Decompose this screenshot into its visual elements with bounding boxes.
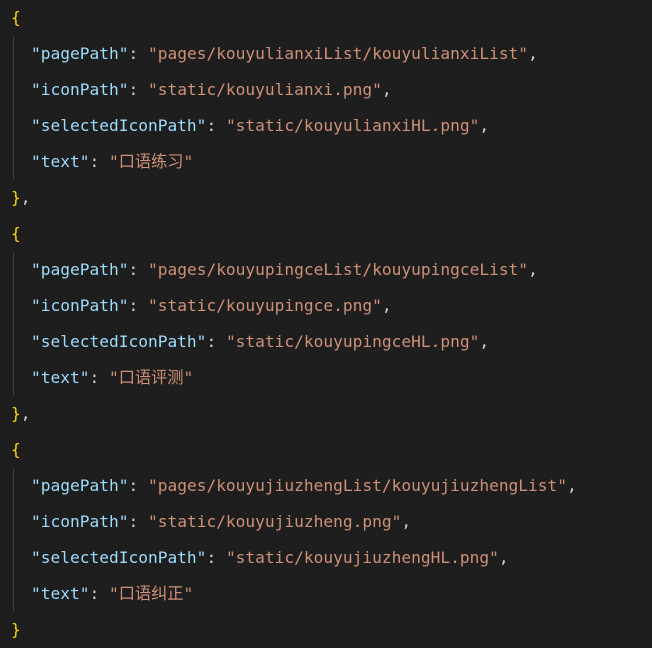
indent-guide [13, 72, 14, 108]
indent-guide [13, 324, 14, 360]
code-line-close-brace-1[interactable]: }, [0, 180, 652, 216]
code-line-close-brace-2[interactable]: }, [0, 396, 652, 432]
json-value-text: "口语练习" [108, 152, 194, 171]
json-key-selected-icon-path: "selectedIconPath" [31, 116, 207, 135]
code-line-selected-icon-path-1[interactable]: "selectedIconPath": "static/kouyulianxiH… [0, 108, 652, 144]
json-colon: : [128, 260, 148, 279]
json-key-selected-icon-path: "selectedIconPath" [31, 332, 207, 351]
code-line-selected-icon-path-3[interactable]: "selectedIconPath": "static/kouyujiuzhen… [0, 540, 652, 576]
json-colon: : [206, 116, 226, 135]
json-colon: : [128, 44, 148, 63]
json-value-page-path: "pages/kouyulianxiList/kouyulianxiList" [147, 44, 529, 63]
json-value-text: "口语评测" [108, 368, 194, 387]
code-line-open-brace-1[interactable]: { [0, 0, 652, 36]
json-colon: : [89, 152, 109, 171]
json-comma: , [381, 296, 392, 315]
json-value-page-path: "pages/kouyujiuzhengList/kouyujiuzhengLi… [147, 476, 568, 495]
code-line-text-1[interactable]: "text": "口语练习" [0, 144, 652, 180]
code-line-selected-icon-path-2[interactable]: "selectedIconPath": "static/kouyupingceH… [0, 324, 652, 360]
json-value-text: "口语纠正" [108, 584, 194, 603]
json-comma: , [381, 80, 392, 99]
indent-guide [13, 288, 14, 324]
indent-guide [13, 252, 14, 288]
json-comma: , [20, 404, 31, 423]
code-line-close-brace-3[interactable]: } [0, 612, 652, 648]
indent-guide [13, 108, 14, 144]
json-comma: , [528, 44, 538, 63]
code-line-text-3[interactable]: "text": "口语纠正" [0, 576, 652, 612]
json-comma: , [479, 332, 490, 351]
code-editor[interactable]: { "pagePath": "pages/kouyulianxiList/kou… [0, 0, 652, 646]
json-key-text: "text" [31, 584, 90, 603]
json-comma: , [401, 512, 412, 531]
json-key-text: "text" [31, 368, 90, 387]
code-line-icon-path-3[interactable]: "iconPath": "static/kouyujiuzheng.png", [0, 504, 652, 540]
json-colon: : [206, 332, 226, 351]
open-brace: { [11, 8, 21, 27]
open-brace: { [11, 440, 21, 459]
indent-guide [13, 36, 14, 72]
json-key-page-path: "pagePath" [31, 260, 129, 279]
json-value-selected-icon-path: "static/kouyupingceHL.png" [225, 332, 480, 351]
code-line-page-path-2[interactable]: "pagePath": "pages/kouyupingceList/kouyu… [0, 252, 652, 288]
json-colon: : [128, 512, 148, 531]
indent-guide [13, 576, 14, 612]
json-value-page-path: "pages/kouyupingceList/kouyupingceList" [147, 260, 529, 279]
json-key-icon-path: "iconPath" [31, 296, 129, 315]
code-line-open-brace-2[interactable]: { [0, 216, 652, 252]
json-colon: : [206, 548, 226, 567]
close-brace: } [11, 188, 21, 207]
close-brace: } [11, 404, 21, 423]
code-line-page-path-1[interactable]: "pagePath": "pages/kouyulianxiList/kouyu… [0, 36, 652, 72]
code-line-text-2[interactable]: "text": "口语评测" [0, 360, 652, 396]
json-value-selected-icon-path: "static/kouyujiuzhengHL.png" [225, 548, 499, 567]
json-value-icon-path: "static/kouyujiuzheng.png" [147, 512, 402, 531]
json-comma: , [479, 116, 490, 135]
json-colon: : [128, 80, 148, 99]
json-key-text: "text" [31, 152, 90, 171]
json-colon: : [89, 368, 109, 387]
code-line-open-brace-3[interactable]: { [0, 432, 652, 468]
json-colon: : [128, 296, 148, 315]
json-comma: , [20, 188, 31, 207]
json-key-selected-icon-path: "selectedIconPath" [31, 548, 207, 567]
indent-guide [13, 504, 14, 540]
json-colon: : [128, 476, 148, 495]
json-value-icon-path: "static/kouyulianxi.png" [147, 80, 382, 99]
json-comma: , [567, 476, 577, 495]
code-line-icon-path-2[interactable]: "iconPath": "static/kouyupingce.png", [0, 288, 652, 324]
json-value-selected-icon-path: "static/kouyulianxiHL.png" [225, 116, 480, 135]
json-value-icon-path: "static/kouyupingce.png" [147, 296, 382, 315]
json-comma: , [498, 548, 509, 567]
indent-guide [13, 468, 14, 504]
json-key-page-path: "pagePath" [31, 476, 129, 495]
indent-guide [13, 360, 14, 396]
close-brace: } [11, 620, 21, 639]
indent-guide [13, 540, 14, 576]
code-line-page-path-3[interactable]: "pagePath": "pages/kouyujiuzhengList/kou… [0, 468, 652, 504]
json-key-icon-path: "iconPath" [31, 512, 129, 531]
json-comma: , [528, 260, 538, 279]
open-brace: { [11, 224, 21, 243]
indent-guide [13, 144, 14, 180]
json-key-icon-path: "iconPath" [31, 80, 129, 99]
json-colon: : [89, 584, 109, 603]
code-line-icon-path-1[interactable]: "iconPath": "static/kouyulianxi.png", [0, 72, 652, 108]
json-key-page-path: "pagePath" [31, 44, 129, 63]
